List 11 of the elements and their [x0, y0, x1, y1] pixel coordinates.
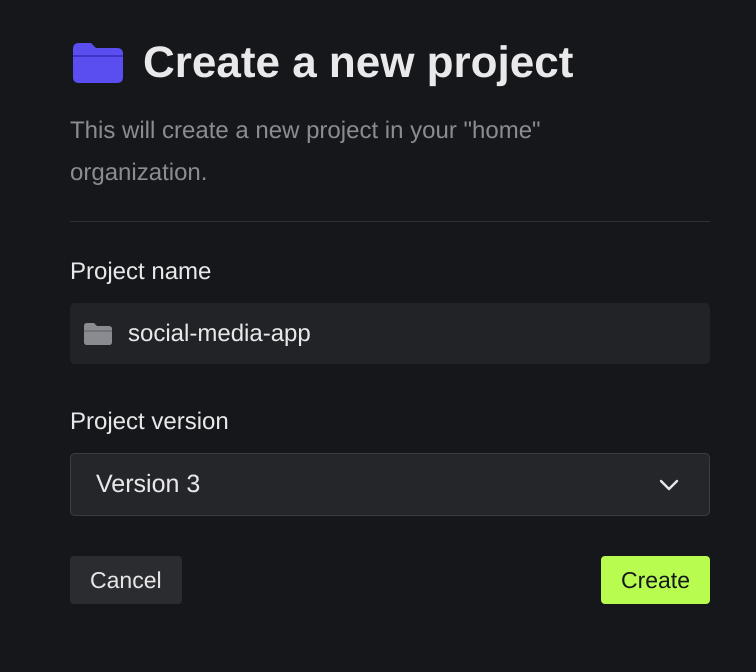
cancel-button[interactable]: Cancel	[70, 556, 182, 604]
field-label: Project name	[70, 258, 212, 286]
folder-icon	[73, 43, 123, 83]
page-title: Create a new project	[143, 37, 574, 89]
input-field[interactable]: social-media-app	[70, 303, 710, 364]
chevron-down-icon	[659, 478, 679, 490]
version-dropdown[interactable]: Version 3	[70, 453, 710, 516]
description: This will create a new project in your "home" organization.	[70, 116, 542, 188]
create-button[interactable]: Create	[600, 556, 710, 604]
folder-icon	[84, 322, 112, 344]
field-label: Project version	[70, 408, 230, 436]
